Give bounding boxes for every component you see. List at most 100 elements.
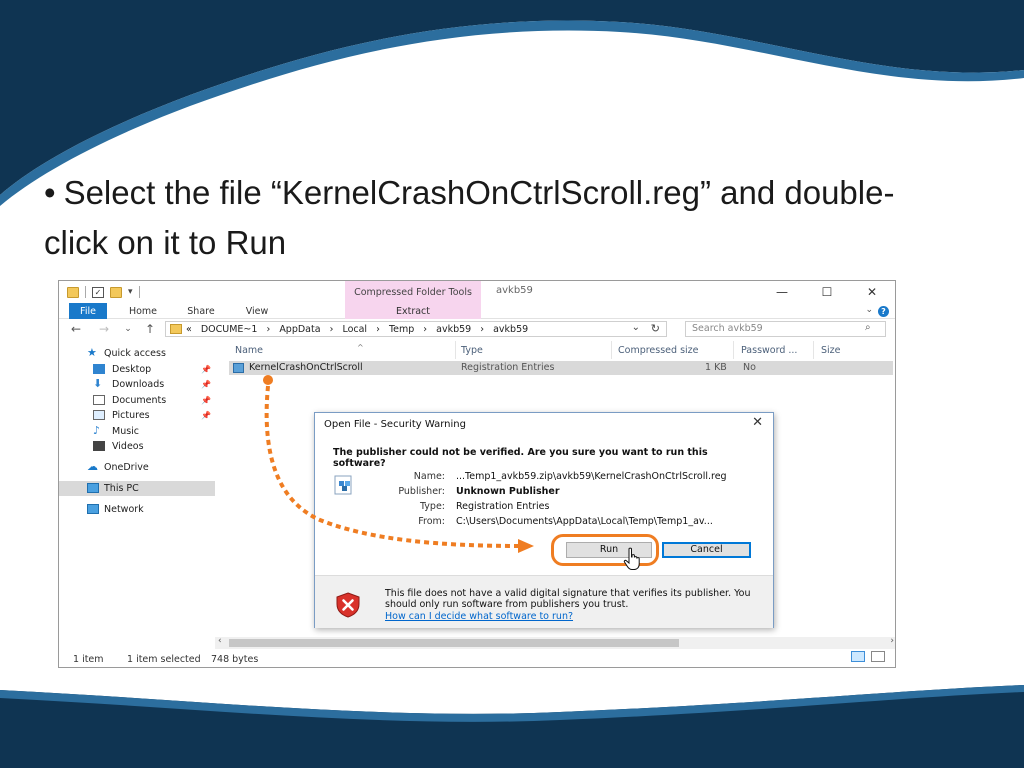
back-arrow-icon[interactable]: ←	[69, 321, 83, 337]
scrollbar-thumb[interactable]	[229, 639, 679, 647]
column-header-name[interactable]: Name ^	[235, 343, 364, 356]
type-value: Registration Entries	[456, 501, 550, 512]
breadcrumb-local[interactable]: Local	[342, 324, 367, 335]
recent-locations-icon[interactable]: ⌄	[121, 321, 135, 337]
column-divider[interactable]	[813, 341, 814, 359]
nav-item-desktop[interactable]: Desktop 📌	[59, 362, 215, 377]
music-icon: ♪	[93, 424, 101, 437]
nav-item-quick-access[interactable]: ★ Quick access	[59, 346, 215, 361]
documents-icon	[93, 395, 105, 405]
properties-icon[interactable]: ✓	[92, 286, 104, 298]
registry-file-icon	[334, 475, 352, 495]
folder-icon	[170, 324, 182, 334]
signature-warning-text: This file does not have a valid digital …	[385, 588, 751, 610]
forward-arrow-icon[interactable]: →	[97, 321, 111, 337]
breadcrumb-temp[interactable]: Temp	[389, 324, 414, 335]
column-divider[interactable]	[733, 341, 734, 359]
name-label: Name:	[413, 471, 445, 482]
dialog-warning-area: This file does not have a valid digital …	[315, 576, 773, 628]
cloud-icon: ☁	[87, 460, 98, 473]
address-row: ← → ⌄ ↑ « DOCUME~1 › AppData › Local › T…	[59, 319, 895, 339]
nav-item-documents[interactable]: Documents 📌	[59, 393, 215, 408]
close-button[interactable]: ✕	[849, 283, 895, 301]
security-warning-dialog: Open File - Security Warning ✕ The publi…	[314, 412, 774, 628]
tab-file[interactable]: File	[69, 303, 107, 319]
large-icons-view-icon[interactable]	[871, 651, 885, 662]
column-header-size[interactable]: Size	[821, 345, 841, 356]
pin-icon: 📌	[201, 396, 211, 405]
nav-item-music[interactable]: ♪ Music	[59, 424, 215, 439]
from-value: C:\Users\Documents\AppData\Local\Temp\Te…	[456, 516, 713, 527]
column-divider[interactable]	[455, 341, 456, 359]
instruction-line-1: Select the file “KernelCrashOnCtrlScroll…	[63, 174, 895, 211]
file-password: No	[743, 362, 756, 373]
maximize-button[interactable]: ☐	[804, 283, 850, 301]
tab-extract[interactable]: Extract	[345, 303, 481, 319]
pin-icon: 📌	[201, 365, 211, 374]
breadcrumb: « DOCUME~1 › AppData › Local › Temp › av…	[186, 323, 534, 336]
publisher-label: Publisher:	[398, 486, 445, 497]
customize-toolbar-icon[interactable]: ▾	[128, 287, 133, 297]
computer-icon	[87, 483, 99, 493]
navigation-pane: ★ Quick access Desktop 📌 ⬇ Downloads 📌 D…	[59, 339, 215, 651]
sort-ascending-icon: ^	[357, 343, 364, 352]
scroll-right-icon[interactable]: ›	[890, 636, 894, 646]
address-bar[interactable]: « DOCUME~1 › AppData › Local › Temp › av…	[165, 321, 667, 337]
tab-home[interactable]: Home	[119, 303, 167, 319]
window-title: avkb59	[496, 285, 533, 296]
column-header-password[interactable]: Password ...	[741, 345, 797, 356]
column-divider[interactable]	[611, 341, 612, 359]
breadcrumb-separator: ›	[266, 324, 271, 335]
address-dropdown-icon[interactable]: ⌄	[632, 322, 640, 333]
nav-label: Network	[104, 504, 144, 515]
nav-item-this-pc[interactable]: This PC	[59, 481, 215, 496]
network-icon	[87, 504, 99, 514]
table-row[interactable]: KernelCrashOnCtrlScroll Registration Ent…	[229, 361, 893, 375]
refresh-icon[interactable]: ↻	[651, 322, 660, 335]
status-item-count: 1 item	[73, 654, 104, 665]
star-icon: ★	[87, 346, 97, 359]
scroll-left-icon[interactable]: ‹	[218, 636, 222, 646]
breadcrumb-overflow[interactable]: «	[186, 324, 192, 335]
up-arrow-icon[interactable]: ↑	[143, 321, 157, 337]
horizontal-scrollbar[interactable]: ‹ ›	[215, 636, 895, 649]
nav-label: Music	[112, 426, 140, 437]
slide-instruction: • Select the file “KernelCrashOnCtrlScrol…	[44, 168, 994, 268]
nav-item-onedrive[interactable]: ☁ OneDrive	[59, 460, 215, 475]
breadcrumb-documents[interactable]: DOCUME~1	[201, 324, 258, 335]
cancel-button[interactable]: Cancel	[662, 542, 751, 558]
expand-ribbon-icon[interactable]: ⌄	[865, 305, 873, 315]
pin-icon: 📌	[201, 380, 211, 389]
pictures-icon	[93, 410, 105, 420]
dialog-close-button[interactable]: ✕	[752, 415, 763, 430]
status-selected-count: 1 item selected	[127, 654, 201, 665]
search-input[interactable]: Search avkb59	[685, 321, 886, 337]
desktop-icon	[93, 364, 105, 374]
help-link[interactable]: How can I decide what software to run?	[385, 611, 573, 622]
breadcrumb-separator: ›	[329, 324, 334, 335]
search-icon[interactable]: ⌕	[865, 322, 891, 333]
nav-item-pictures[interactable]: Pictures 📌	[59, 408, 215, 423]
nav-item-downloads[interactable]: ⬇ Downloads 📌	[59, 377, 215, 392]
name-value: ...Temp1_avkb59.zip\avkb59\KernelCrashOn…	[456, 471, 727, 482]
hand-cursor-icon	[623, 547, 640, 570]
tab-share[interactable]: Share	[179, 303, 223, 319]
new-folder-icon[interactable]	[110, 286, 122, 298]
tab-view[interactable]: View	[235, 303, 279, 319]
breadcrumb-separator: ›	[423, 324, 428, 335]
nav-item-network[interactable]: Network	[59, 502, 215, 517]
nav-label: Pictures	[112, 410, 150, 421]
details-view-icon[interactable]	[851, 651, 865, 662]
toolbar-separator	[85, 286, 86, 298]
breadcrumb-appdata[interactable]: AppData	[279, 324, 320, 335]
column-header-type[interactable]: Type	[461, 345, 483, 356]
type-label: Type:	[419, 501, 445, 512]
help-icon[interactable]: ?	[878, 306, 889, 317]
column-header-compressed-size[interactable]: Compressed size	[618, 345, 699, 356]
minimize-button[interactable]: —	[759, 283, 805, 301]
breadcrumb-avkb59-zip[interactable]: avkb59	[436, 324, 471, 335]
breadcrumb-avkb59[interactable]: avkb59	[493, 324, 528, 335]
dialog-title: Open File - Security Warning	[324, 419, 466, 430]
nav-item-videos[interactable]: Videos	[59, 439, 215, 454]
file-type: Registration Entries	[461, 362, 555, 373]
